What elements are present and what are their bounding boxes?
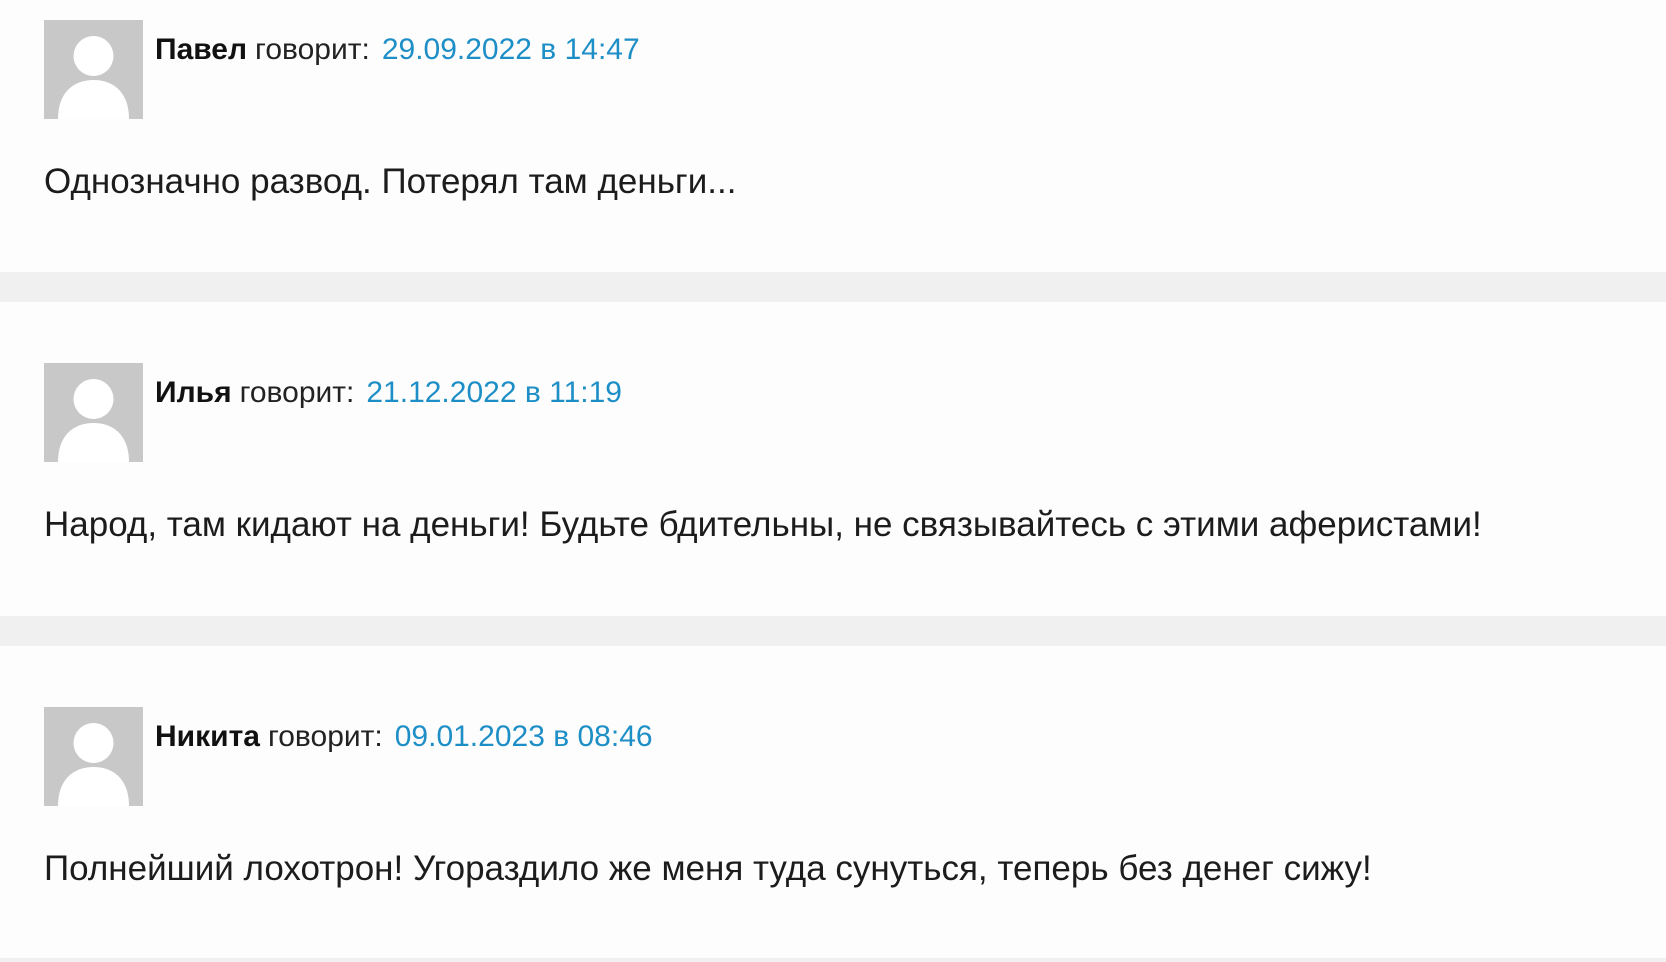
- comment-text: Полнейший лохотрон! Угораздило же меня т…: [44, 849, 1372, 888]
- avatar: [44, 707, 143, 806]
- comment-date-link[interactable]: 09.01.2023 в 08:46: [395, 720, 653, 753]
- comment-author: Илья: [155, 376, 232, 409]
- comment-list: Павел говорит: 29.09.2022 в 14:47 Однознач…: [0, 0, 1666, 962]
- user-silhouette-icon: [44, 20, 143, 119]
- comment-author: Никита: [155, 720, 260, 753]
- comment-item: Павел говорит: 29.09.2022 в 14:47 Однознач…: [0, 0, 1666, 272]
- says-label: говорит:: [239, 376, 355, 409]
- says-label: говорит:: [267, 720, 383, 753]
- says-label: говорит:: [255, 33, 370, 66]
- comment-item: Никита говорит: 09.01.2023 в 08:46 Полнейш…: [0, 646, 1666, 958]
- comment-author: Павел: [155, 33, 248, 66]
- comment-meta: Илья говорит: 21.12.2022 в 11:19: [155, 373, 622, 413]
- user-silhouette-icon: [44, 363, 143, 462]
- comment-text: Однозначно развод. Потерял там деньги...: [44, 162, 737, 201]
- comment-header: Илья говорит: 21.12.2022 в 11:19: [44, 363, 622, 462]
- comment-meta: Павел говорит: 29.09.2022 в 14:47: [155, 30, 640, 70]
- comment-header: Никита говорит: 09.01.2023 в 08:46: [44, 707, 653, 806]
- user-silhouette-icon: [44, 707, 143, 806]
- comment-item: Илья говорит: 21.12.2022 в 11:19 Народ, та…: [0, 302, 1666, 616]
- avatar: [44, 20, 143, 119]
- comment-date-link[interactable]: 29.09.2022 в 14:47: [382, 33, 640, 66]
- avatar: [44, 363, 143, 462]
- comment-text: Народ, там кидают на деньги! Будьте бдит…: [44, 505, 1482, 544]
- comment-date-link[interactable]: 21.12.2022 в 11:19: [366, 376, 622, 409]
- comment-header: Павел говорит: 29.09.2022 в 14:47: [44, 20, 640, 119]
- comment-meta: Никита говорит: 09.01.2023 в 08:46: [155, 717, 653, 757]
